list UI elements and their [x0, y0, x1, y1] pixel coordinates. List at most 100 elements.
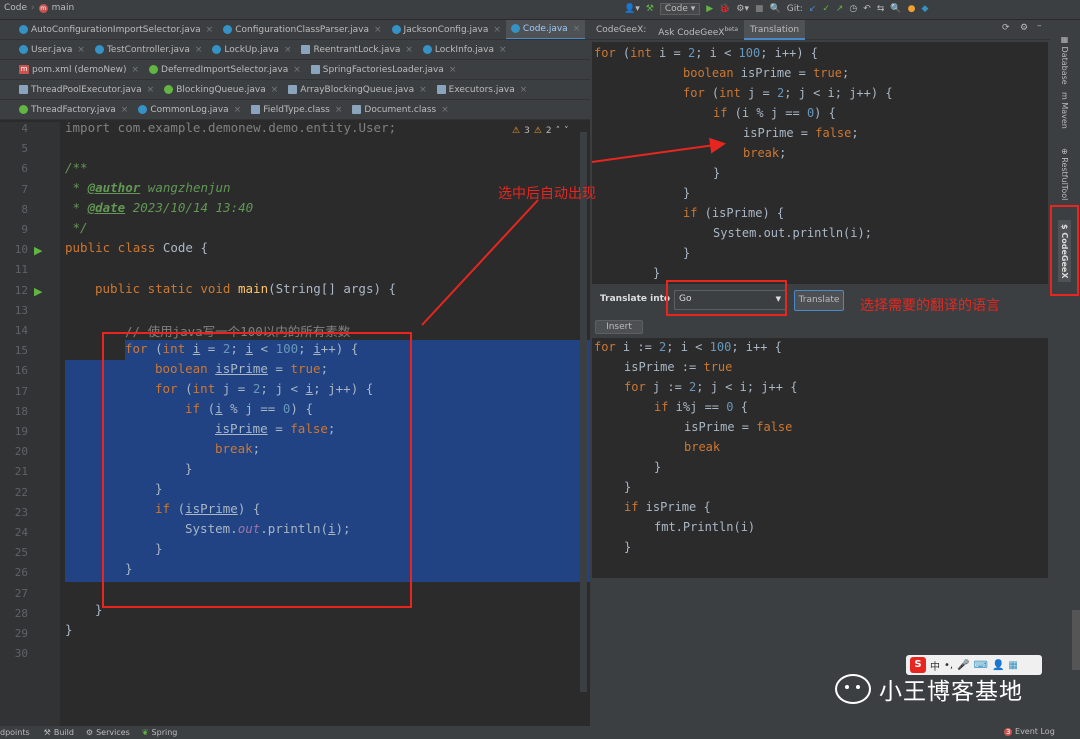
run-gutter-icon[interactable]: ▶	[34, 244, 42, 257]
line-number: 21	[14, 465, 28, 479]
run-icon[interactable]: ▶	[706, 4, 713, 14]
editor-tab[interactable]: User.java ×	[14, 40, 90, 59]
editor-tab[interactable]: FieldType.class ×	[246, 100, 347, 119]
sidebar-maven[interactable]: m Maven	[1060, 92, 1069, 129]
translate-button[interactable]: Translate	[794, 290, 844, 311]
build-hammer-icon[interactable]: ⚒	[646, 4, 654, 14]
line-number: 7	[21, 182, 28, 196]
chevron-up-icon[interactable]: ˄	[556, 126, 561, 136]
close-icon[interactable]: ×	[499, 45, 507, 55]
debug-icon[interactable]: 🐞	[719, 4, 730, 14]
search-icon[interactable]: 🔍	[770, 4, 781, 14]
insert-button[interactable]: Insert	[595, 320, 643, 334]
status-breakpoints[interactable]: dpoints	[0, 728, 30, 737]
line-number: 26	[14, 566, 28, 580]
close-icon[interactable]: ×	[77, 45, 85, 55]
close-icon[interactable]: ×	[419, 85, 427, 95]
close-icon[interactable]: ×	[195, 45, 203, 55]
status-bar: dpoints ⚒ Build ⚙ Services ❦ Spring 3 Event…	[0, 726, 1080, 739]
editor-tab[interactable]: ThreadPoolExecutor.java ×	[14, 80, 159, 99]
code-line: * @author wangzhenjun	[65, 180, 231, 195]
editor-tab[interactable]: Executors.java ×	[432, 80, 533, 99]
editor-tab[interactable]: SpringFactoriesLoader.java ×	[306, 60, 462, 79]
tab-label: LockInfo.java	[434, 44, 495, 55]
status-build[interactable]: Build	[54, 728, 74, 737]
rollback-icon[interactable]: ↶	[863, 4, 871, 14]
editor-tab[interactable]: JacksonConfig.java ×	[387, 20, 506, 39]
stop-icon[interactable]: ■	[755, 4, 764, 14]
gear-icon[interactable]: ⚙	[1020, 23, 1028, 33]
editor-scrollbar[interactable]	[580, 132, 587, 692]
plugin-icon[interactable]: ●	[908, 4, 916, 14]
side-scroll-handle[interactable]	[1072, 610, 1080, 670]
ime-toolbar[interactable]: S 中 •, 🎤 ⌨ 👤 ▦	[906, 655, 1042, 675]
editor-tab[interactable]: ReentrantLock.java ×	[296, 40, 417, 59]
close-icon[interactable]: ×	[121, 105, 129, 115]
code-line: import com.example.demonew.demo.entity.U…	[65, 122, 397, 135]
close-icon[interactable]: ×	[147, 85, 155, 95]
close-icon[interactable]: ×	[520, 85, 528, 95]
git-update-icon[interactable]: ↙	[809, 4, 817, 14]
editor-tab[interactable]: CommonLog.java ×	[133, 100, 246, 119]
close-icon[interactable]: ×	[493, 25, 501, 35]
editor-tab[interactable]: ConfigurationClassParser.java ×	[218, 20, 386, 39]
crumb-main[interactable]: main	[52, 3, 75, 13]
close-icon[interactable]: ×	[284, 45, 292, 55]
close-icon[interactable]: ×	[335, 105, 343, 115]
refresh-icon[interactable]: ⟳	[1002, 23, 1010, 33]
close-icon[interactable]: ×	[449, 65, 457, 75]
status-services[interactable]: Services	[96, 728, 130, 737]
tab-row-4: ThreadPoolExecutor.java × BlockingQueue.ja…	[0, 80, 590, 100]
close-icon[interactable]: ×	[131, 65, 139, 75]
codegeex-logo-icon[interactable]: ◆	[921, 4, 928, 14]
close-icon[interactable]: ×	[405, 45, 413, 55]
tab-ask-codegeex[interactable]: Ask CodeGeeXbeta	[652, 20, 744, 40]
editor-tab[interactable]: ArrayBlockingQueue.java ×	[283, 80, 431, 99]
git-commit-icon[interactable]: ✓	[822, 4, 830, 14]
chevron-down-icon[interactable]: ˅	[564, 126, 569, 136]
search-everywhere-icon[interactable]: 🔍	[890, 4, 901, 14]
minimize-icon[interactable]: –	[1037, 21, 1042, 31]
event-log[interactable]: 3 Event Log	[1004, 727, 1055, 736]
editor-tab[interactable]: AutoConfigurationImportSelector.java ×	[14, 20, 218, 39]
close-icon[interactable]: ×	[573, 24, 581, 34]
close-icon[interactable]: ×	[374, 25, 382, 35]
codegeex-annotation-box	[1050, 205, 1079, 296]
tab-codegeex[interactable]: CodeGeeX:	[590, 20, 652, 40]
editor-tab[interactable]: Code.java ×	[505, 20, 586, 39]
run-gutter-icon[interactable]: ▶	[34, 285, 42, 298]
status-spring[interactable]: Spring	[152, 728, 178, 737]
auto-appear-annotation: 选中后自动出现	[498, 186, 596, 202]
tool-window-sidebar: ▦ Database m Maven ⊕ RestfulTool $ CodeG…	[1050, 20, 1080, 726]
editor-tab[interactable]: ThreadFactory.java ×	[14, 100, 133, 119]
translated-code-pane[interactable]: for i := 2; i < 100; i++ { isPrime := tr…	[592, 338, 1048, 578]
close-icon[interactable]: ×	[271, 85, 279, 95]
translate-icon[interactable]: ⇆	[877, 4, 885, 14]
tab-label: LockUp.java	[224, 44, 279, 55]
close-icon[interactable]: ×	[234, 105, 242, 115]
editor-tab[interactable]: BlockingQueue.java ×	[159, 80, 283, 99]
inspection-widget[interactable]: ⚠ 3 ⚠ 2 ˄ ˅	[512, 126, 569, 136]
close-icon[interactable]: ×	[293, 65, 301, 75]
tab-label: ArrayBlockingQueue.java	[300, 84, 415, 95]
editor-tab[interactable]: TestController.java ×	[90, 40, 207, 59]
editor-tab[interactable]: m pom.xml (demoNew) ×	[14, 60, 144, 79]
editor-tab[interactable]: Document.class ×	[347, 100, 453, 119]
user-icon[interactable]: 👤▾	[624, 4, 640, 14]
close-icon[interactable]: ×	[206, 25, 214, 35]
history-icon[interactable]: ◷	[849, 4, 857, 14]
editor-tab[interactable]: LockUp.java ×	[207, 40, 296, 59]
coverage-icon[interactable]: ⚙▾	[736, 4, 749, 14]
crumb-code[interactable]: Code	[4, 3, 27, 13]
run-config-select[interactable]: Code ▾	[659, 3, 701, 15]
class-icon	[422, 45, 432, 54]
close-icon[interactable]: ×	[441, 105, 449, 115]
sidebar-database[interactable]: ▦ Database	[1060, 35, 1069, 85]
sidebar-restfultool[interactable]: ⊕ RestfulTool	[1060, 148, 1069, 208]
tab-translation[interactable]: Translation	[744, 19, 806, 40]
editor-tab[interactable]: DeferredImportSelector.java ×	[144, 60, 306, 79]
source-code-pane[interactable]: for (int i = 2; i < 100; i++) { boolean …	[592, 42, 1048, 284]
editor-tab[interactable]: LockInfo.java ×	[418, 40, 512, 59]
class-icon	[352, 105, 362, 114]
git-push-icon[interactable]: ↗	[836, 4, 844, 14]
